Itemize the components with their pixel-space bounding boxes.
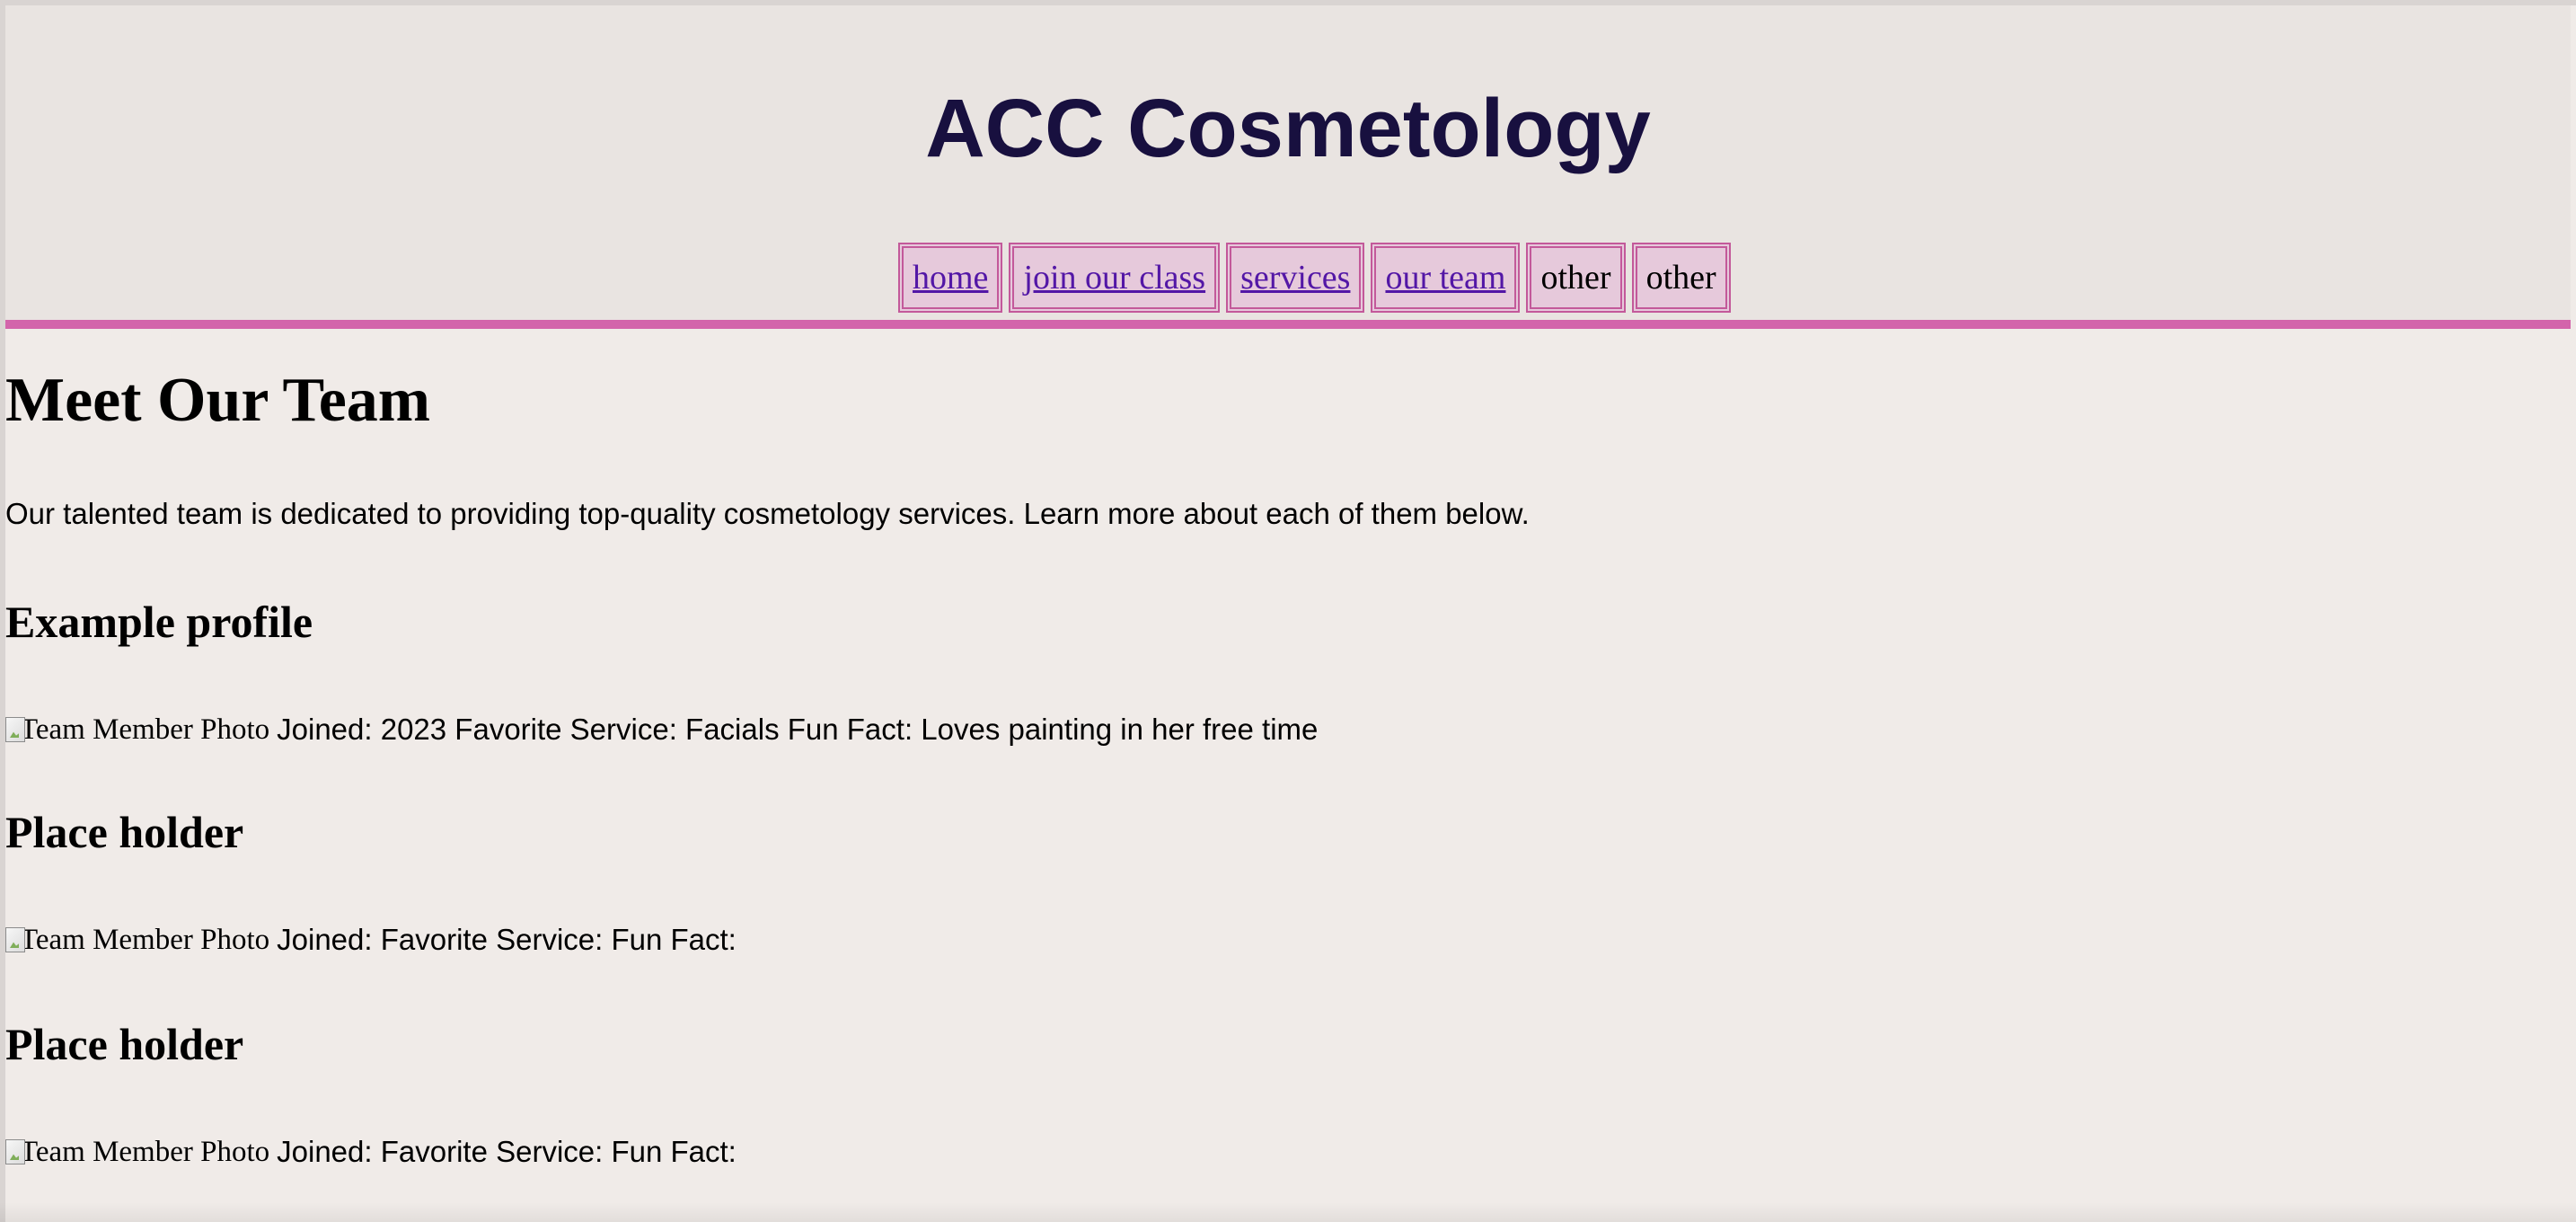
nav-link-services[interactable]: services <box>1240 258 1350 297</box>
profile-details: Joined: 2023 Favorite Service: Facials F… <box>277 713 1319 746</box>
profile-details: Joined: Favorite Service: Fun Fact: <box>277 1135 737 1168</box>
site-header: ACC Cosmetology home join our class serv… <box>5 5 2571 329</box>
team-intro: Our talented team is dedicated to provid… <box>5 497 1530 530</box>
profile-row: Team Member Photo Joined: Favorite Servi… <box>5 920 737 960</box>
profile-title: Place holder <box>5 807 244 857</box>
nav-item-home[interactable]: home <box>898 243 1003 313</box>
profile-row: Team Member Photo Joined: Favorite Servi… <box>5 1132 737 1172</box>
profile-row: Team Member Photo Joined: 2023 Favorite … <box>5 710 1318 749</box>
nav-link-our-team[interactable]: our team <box>1385 258 1505 297</box>
nav-item-our-team[interactable]: our team <box>1371 243 1521 313</box>
nav-label-other-2: other <box>1645 259 1716 297</box>
photo-alt-text: Team Member Photo <box>20 713 270 746</box>
team-member-photo: Team Member Photo <box>5 712 269 748</box>
broken-image-icon <box>5 927 25 952</box>
broken-image-icon <box>5 717 25 742</box>
main-nav: home join our class services our team ot… <box>898 243 1731 314</box>
nav-item-join-our-class[interactable]: join our class <box>1009 243 1221 313</box>
photo-alt-text: Team Member Photo <box>20 1136 270 1168</box>
profile-title: Example profile <box>5 597 313 647</box>
profile-details: Joined: Favorite Service: Fun Fact: <box>277 923 737 956</box>
nav-item-services[interactable]: services <box>1226 243 1365 313</box>
nav-item-other-1: other <box>1526 243 1626 313</box>
nav-label-other-1: other <box>1540 259 1611 297</box>
page-heading: Meet Our Team <box>5 366 431 435</box>
bottom-shadow <box>0 1202 2576 1222</box>
profile-title: Place holder <box>5 1019 244 1069</box>
team-member-photo: Team Member Photo <box>5 1134 269 1170</box>
photo-alt-text: Team Member Photo <box>20 924 270 956</box>
nav-link-join-our-class[interactable]: join our class <box>1023 258 1205 297</box>
team-member-photo: Team Member Photo <box>5 922 269 958</box>
broken-image-icon <box>5 1139 25 1164</box>
nav-item-other-2: other <box>1631 243 1731 313</box>
nav-link-home[interactable]: home <box>913 258 988 297</box>
site-title: ACC Cosmetology <box>925 83 1651 174</box>
